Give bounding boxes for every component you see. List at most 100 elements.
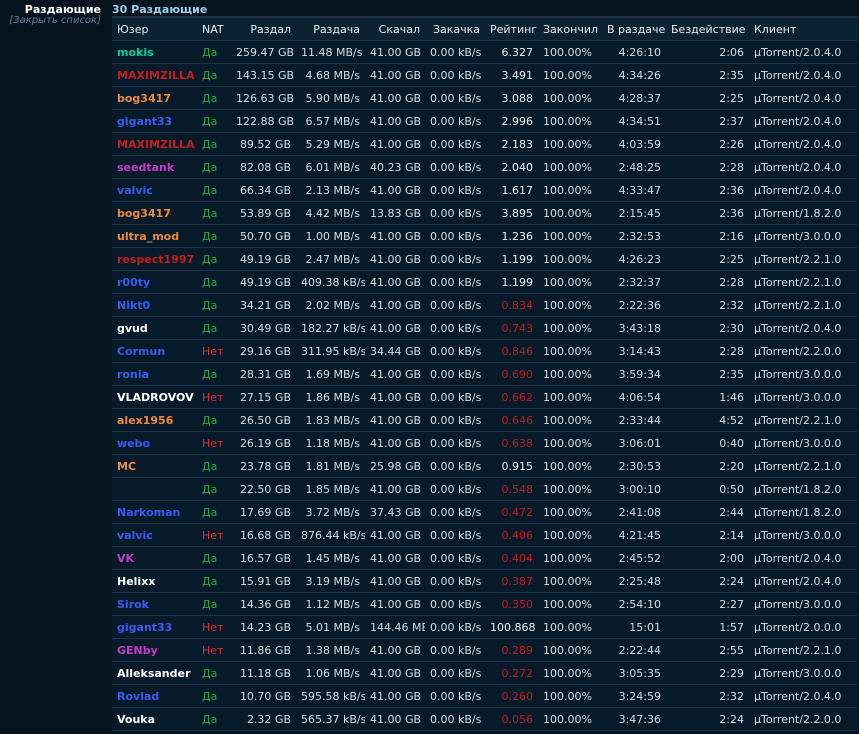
user-cell[interactable]: GENby: [112, 639, 197, 661]
idle-cell: 2:36: [666, 179, 749, 201]
table-row: gigant33 Нет 14.23 GB 5.01 MB/s 144.46 MB 0.0…: [112, 616, 858, 638]
idle-cell: 2:27: [666, 593, 749, 615]
nat-cell: Да: [197, 225, 231, 247]
download-speed-cell: 0.00 kB/s: [425, 478, 485, 500]
seeding-time-cell: 3:14:43: [602, 340, 666, 362]
downloaded-cell: 40.23 GB: [365, 156, 425, 178]
user-cell[interactable]: valvic: [112, 179, 197, 201]
uploaded-cell: 259.47 GB: [231, 41, 296, 63]
completed-cell: 100.00%: [538, 294, 602, 316]
download-speed-cell: 0.00 kB/s: [425, 156, 485, 178]
user-cell[interactable]: gigant33: [112, 616, 197, 638]
idle-cell: 2:44: [666, 501, 749, 523]
idle-cell: 2:35: [666, 363, 749, 385]
rating-cell: 0.834: [485, 294, 538, 316]
nat-cell: Да: [197, 133, 231, 155]
user-cell[interactable]: ronia: [112, 363, 197, 385]
user-cell[interactable]: MAXIMZILLA: [112, 133, 197, 155]
user-cell[interactable]: VLADROVOV: [112, 386, 197, 408]
upload-speed-cell: 1.86 MB/s: [296, 386, 365, 408]
rating-cell: 1.199: [485, 271, 538, 293]
completed-cell: 100.00%: [538, 685, 602, 707]
download-speed-cell: 0.00 kB/s: [425, 317, 485, 339]
col-nat[interactable]: NAT: [197, 18, 231, 40]
user-cell[interactable]: ultra_mod: [112, 225, 197, 247]
col-download-speed[interactable]: Закачка: [425, 18, 485, 40]
idle-cell: 2:36: [666, 202, 749, 224]
user-cell[interactable]: seedtank: [112, 156, 197, 178]
idle-cell: 2:24: [666, 708, 749, 730]
download-speed-cell: 0.00 kB/s: [425, 593, 485, 615]
peers-table: Юзер NAT Раздал Раздача Скачал Закачка Р…: [112, 17, 858, 731]
idle-cell: 1:57: [666, 616, 749, 638]
client-cell: µTorrent/3.0.0.0: [749, 225, 858, 247]
user-cell[interactable]: webo: [112, 432, 197, 454]
user-cell[interactable]: Cormun: [112, 340, 197, 362]
col-idle[interactable]: Бездействие: [666, 18, 749, 40]
close-list-link[interactable]: [Закрыть список]: [9, 15, 101, 26]
completed-cell: 100.00%: [538, 248, 602, 270]
user-cell[interactable]: [112, 478, 197, 500]
idle-cell: 2:16: [666, 225, 749, 247]
download-speed-cell: 0.00 kB/s: [425, 409, 485, 431]
col-upload-speed[interactable]: Раздача: [296, 18, 365, 40]
col-rating[interactable]: Рейтинг: [485, 18, 538, 40]
user-cell[interactable]: mokis: [112, 41, 197, 63]
user-cell[interactable]: gigant33: [112, 110, 197, 132]
table-row: Да 22.50 GB 1.85 MB/s 41.00 GB 0.00 kB/s 0.54…: [112, 478, 858, 500]
user-cell[interactable]: Nikt0: [112, 294, 197, 316]
col-user[interactable]: Юзер: [112, 18, 197, 40]
user-cell[interactable]: Rovlad: [112, 685, 197, 707]
uploaded-cell: 28.31 GB: [231, 363, 296, 385]
completed-cell: 100.00%: [538, 662, 602, 684]
user-cell[interactable]: bog3417: [112, 202, 197, 224]
user-cell[interactable]: Vouka: [112, 708, 197, 730]
idle-cell: 2:00: [666, 547, 749, 569]
upload-speed-cell: 3.19 MB/s: [296, 570, 365, 592]
downloaded-cell: 41.00 GB: [365, 593, 425, 615]
table-row: mokis Да 259.47 GB 11.48 MB/s 41.00 GB 0.00 k…: [112, 41, 858, 63]
table-row: Vouka Да 2.32 GB 565.37 kB/s 41.00 GB 0.00 kB…: [112, 708, 858, 730]
user-cell[interactable]: Sirok: [112, 593, 197, 615]
table-row: gvud Да 30.49 GB 182.27 kB/s 41.00 GB 0.00 kB…: [112, 317, 858, 339]
col-downloaded[interactable]: Скачал: [365, 18, 425, 40]
download-speed-cell: 0.00 kB/s: [425, 524, 485, 546]
col-client[interactable]: Клиент: [749, 18, 858, 40]
user-cell[interactable]: bog3417: [112, 87, 197, 109]
upload-speed-cell: 1.69 MB/s: [296, 363, 365, 385]
uploaded-cell: 17.69 GB: [231, 501, 296, 523]
col-completed[interactable]: Закончил: [538, 18, 602, 40]
client-cell: µTorrent/2.0.4.0: [749, 547, 858, 569]
user-cell[interactable]: MC: [112, 455, 197, 477]
user-cell[interactable]: Helixx: [112, 570, 197, 592]
completed-cell: 100.00%: [538, 41, 602, 63]
col-uploaded[interactable]: Раздал: [231, 18, 296, 40]
user-cell[interactable]: gvud: [112, 317, 197, 339]
seeding-time-cell: 3:43:18: [602, 317, 666, 339]
completed-cell: 100.00%: [538, 202, 602, 224]
downloaded-cell: 13.83 GB: [365, 202, 425, 224]
user-cell[interactable]: valvic: [112, 524, 197, 546]
user-cell[interactable]: VK: [112, 547, 197, 569]
uploaded-cell: 11.86 GB: [231, 639, 296, 661]
user-cell[interactable]: alex1956: [112, 409, 197, 431]
client-cell: µTorrent/2.2.1.0: [749, 409, 858, 431]
rating-cell: 0.056: [485, 708, 538, 730]
user-cell[interactable]: MAXIMZILLA: [112, 64, 197, 86]
client-cell: µTorrent/1.8.2.0: [749, 501, 858, 523]
seeding-time-cell: 4:21:45: [602, 524, 666, 546]
user-cell[interactable]: r00ty: [112, 271, 197, 293]
col-seeding-time[interactable]: В раздаче: [602, 18, 666, 40]
nat-cell: Да: [197, 156, 231, 178]
nat-cell: Да: [197, 64, 231, 86]
upload-speed-cell: 6.01 MB/s: [296, 156, 365, 178]
sidebar: Раздающие [Закрыть список]: [0, 0, 106, 734]
user-cell[interactable]: Alleksander: [112, 662, 197, 684]
peers-grid: Юзер NAT Раздал Раздача Скачал Закачка Р…: [112, 16, 858, 731]
user-cell[interactable]: respect1997: [112, 248, 197, 270]
download-speed-cell: 0.00 kB/s: [425, 386, 485, 408]
uploaded-cell: 34.21 GB: [231, 294, 296, 316]
user-cell[interactable]: Narkoman: [112, 501, 197, 523]
nat-cell: Нет: [197, 432, 231, 454]
completed-cell: 100.00%: [538, 547, 602, 569]
